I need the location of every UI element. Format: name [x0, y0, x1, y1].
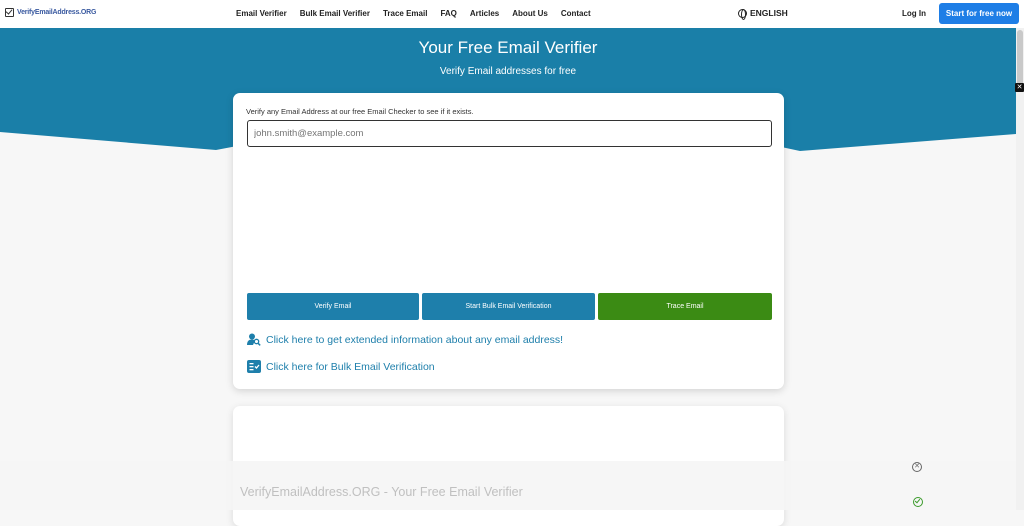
hero-subtitle: Verify Email addresses for free [439, 66, 577, 77]
trace-email-button[interactable]: Trace Email [598, 293, 772, 320]
hero-title: Your Free Email Verifier [418, 38, 598, 57]
bulk-verification-link[interactable]: Click here for Bulk Email Verification [247, 360, 435, 373]
nav-links: Email Verifier Bulk Email Verifier Trace… [236, 9, 591, 18]
language-selector[interactable]: ENGLISH [738, 8, 788, 20]
extended-info-link-text: Click here to get extended information a… [266, 333, 564, 346]
logo[interactable]: VerifyEmailAddress.ORG [5, 8, 96, 17]
checkbox-icon [5, 8, 14, 17]
logo-text: VerifyEmailAddress.ORG [17, 9, 97, 16]
start-free-button[interactable]: Start for free now [939, 3, 1019, 24]
overlay-close-icon[interactable]: ✕ [912, 462, 922, 472]
nav-link-contact[interactable]: Contact [561, 9, 591, 18]
verifier-card: Verify any Email Address at our free Ema… [233, 93, 784, 389]
nav-link-about-us[interactable]: About Us [512, 9, 548, 18]
user-search-icon [247, 333, 261, 346]
verifier-label: Verify any Email Address at our free Ema… [246, 107, 474, 116]
nav-link-email-verifier[interactable]: Email Verifier [236, 9, 287, 18]
email-input[interactable] [247, 120, 772, 147]
scrollbar-thumb[interactable] [1017, 30, 1023, 90]
start-bulk-verification-button[interactable]: Start Bulk Email Verification [422, 293, 595, 320]
close-icon[interactable]: ✕ [1015, 83, 1024, 92]
nav-link-bulk-email-verifier[interactable]: Bulk Email Verifier [300, 9, 370, 18]
nav-link-articles[interactable]: Articles [470, 9, 499, 18]
top-nav: VerifyEmailAddress.ORG Email Verifier Bu… [0, 0, 1024, 28]
extended-info-link[interactable]: Click here to get extended information a… [247, 333, 563, 346]
login-link[interactable]: Log In [902, 9, 926, 18]
nav-link-faq[interactable]: FAQ [440, 9, 456, 18]
bulk-verification-link-text: Click here for Bulk Email Verification [266, 360, 435, 373]
language-label: ENGLISH [750, 8, 788, 18]
globe-icon [738, 8, 747, 20]
nav-link-trace-email[interactable]: Trace Email [383, 9, 427, 18]
scrollbar-track[interactable] [1016, 28, 1024, 510]
overlay-check-icon[interactable] [913, 497, 923, 507]
checklist-icon [247, 360, 261, 373]
verify-email-button[interactable]: Verify Email [247, 293, 419, 320]
overlay-text: VerifyEmailAddress.ORG - Your Free Email… [240, 485, 523, 499]
